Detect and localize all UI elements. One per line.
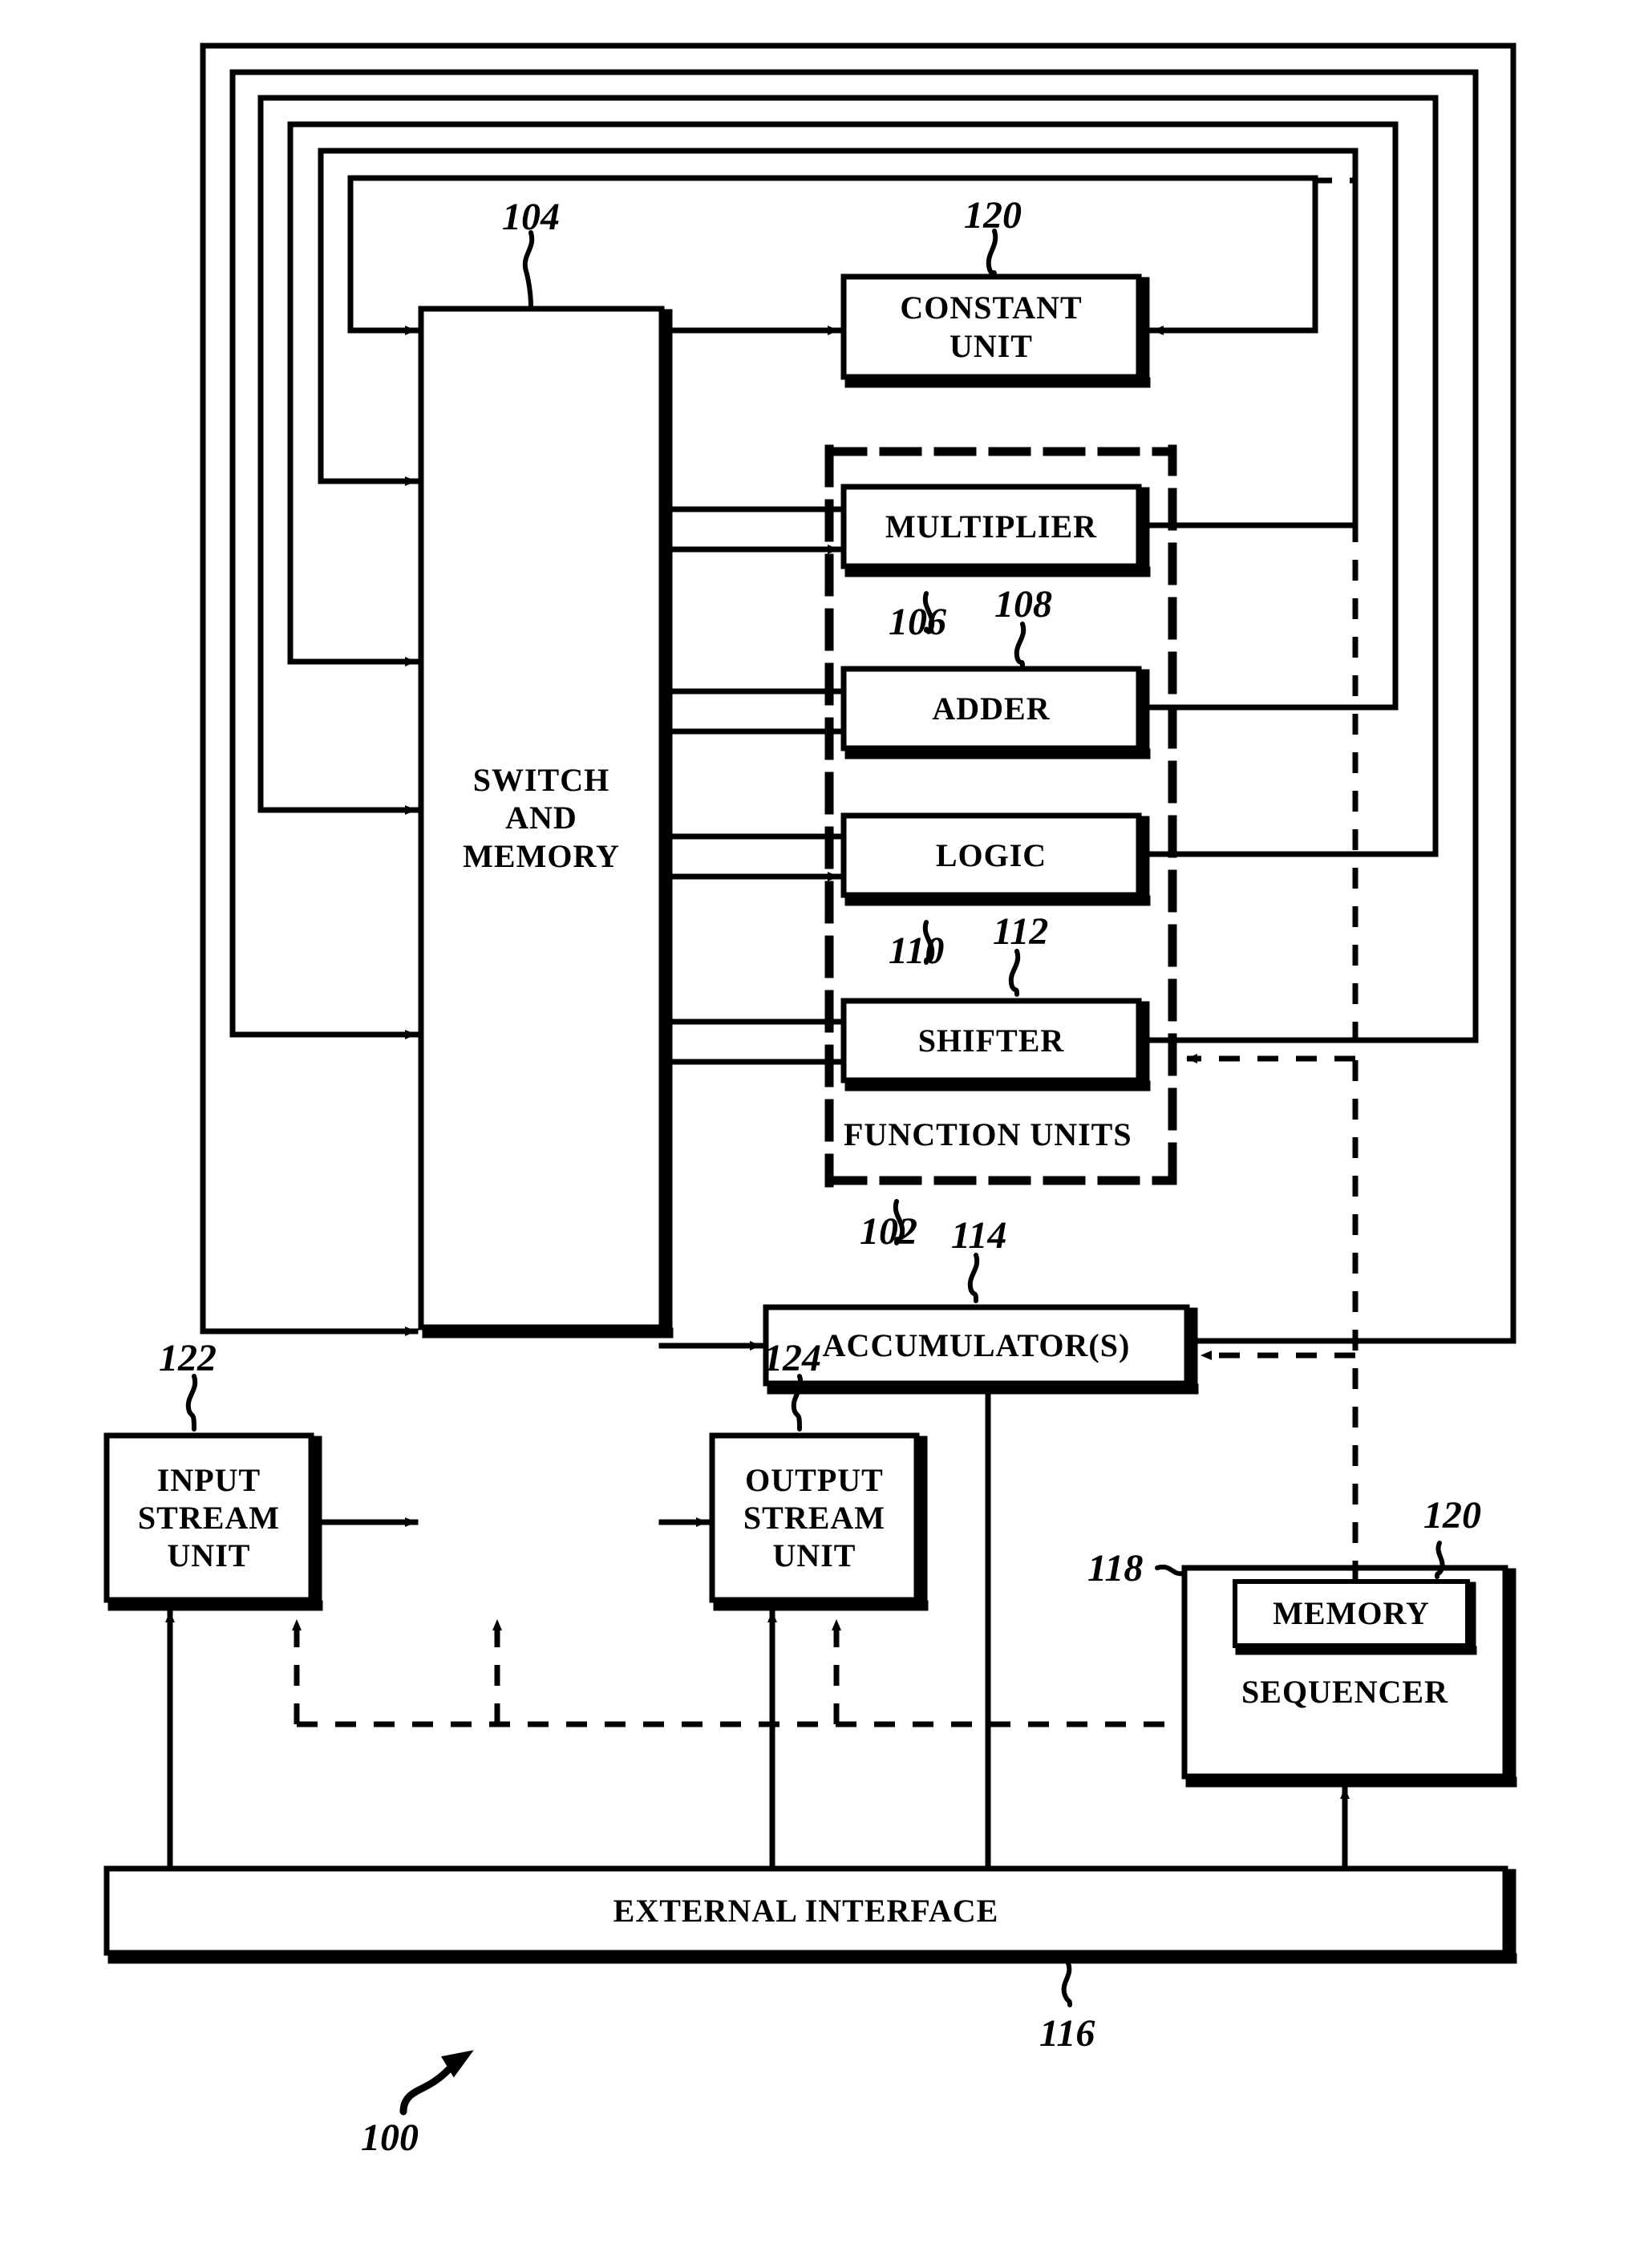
diagram-linework bbox=[103, 43, 1517, 2116]
leader-102 bbox=[893, 1199, 905, 1245]
leader-120-memory bbox=[1435, 1541, 1445, 1579]
constant-unit-box bbox=[840, 273, 1142, 380]
system-ref-arrow bbox=[399, 2050, 474, 2116]
leader-114 bbox=[967, 1253, 980, 1303]
leader-116 bbox=[1061, 1961, 1072, 2007]
feedback-loop-3 bbox=[257, 95, 1439, 857]
feedback-loop-4 bbox=[287, 121, 1399, 711]
leader-104 bbox=[522, 230, 535, 309]
external-interface-box bbox=[103, 1865, 1508, 1956]
logic-box bbox=[840, 812, 1142, 898]
shifter-box bbox=[840, 998, 1142, 1083]
leader-120-constant bbox=[986, 229, 998, 277]
multiplier-box bbox=[840, 484, 1142, 569]
memory-box bbox=[1233, 1579, 1470, 1648]
feedback-loop-5 bbox=[318, 148, 1358, 529]
leader-106 bbox=[922, 591, 935, 634]
accumulator-output-return bbox=[1184, 743, 1516, 1344]
leader-112 bbox=[1008, 949, 1021, 997]
accumulator-box bbox=[763, 1304, 1190, 1387]
leader-118 bbox=[1155, 1564, 1184, 1577]
switch-and-memory-box bbox=[418, 306, 665, 1330]
leader-108 bbox=[1014, 622, 1026, 668]
control-bus-vertical bbox=[1315, 177, 1358, 1582]
leader-122 bbox=[185, 1374, 198, 1432]
output-stream-unit-box bbox=[709, 1432, 920, 1603]
input-stream-unit-box bbox=[103, 1432, 314, 1603]
leader-110 bbox=[922, 920, 935, 965]
adder-box bbox=[840, 666, 1142, 751]
patent-figure: SWITCH AND MEMORY CONSTANT UNIT MULTIPLI… bbox=[0, 0, 1648, 2268]
